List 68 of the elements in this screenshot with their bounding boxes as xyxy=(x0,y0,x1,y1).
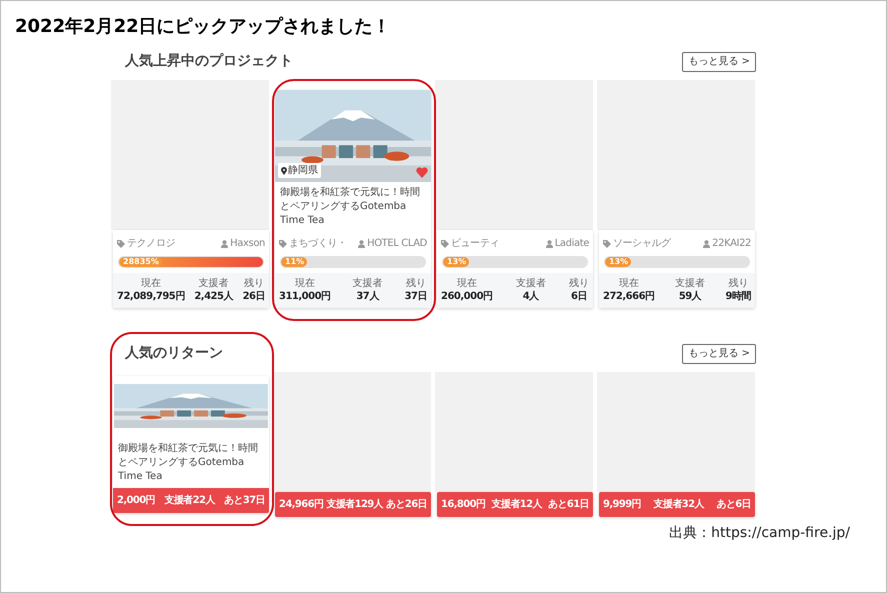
days-left: あと6日 xyxy=(716,498,751,512)
days-left: あと61日 xyxy=(548,498,589,512)
stat-value: 260,000円 xyxy=(441,290,493,303)
reward-price: 24,966円 xyxy=(279,498,324,512)
backer-count: 支援者32人 xyxy=(654,498,704,512)
progress-percent: 28835% xyxy=(120,257,162,267)
stat-label: 残り xyxy=(568,278,589,290)
stat-value: 9時間 xyxy=(726,290,751,303)
backer-count: 支援者12人 xyxy=(492,498,542,512)
tag-icon xyxy=(279,240,287,248)
days-left: あと37日 xyxy=(224,494,265,508)
stat-label: 現在 xyxy=(140,278,162,290)
tag-icon xyxy=(603,240,611,248)
stat-label: 現在 xyxy=(294,278,316,290)
reward-price: 16,800円 xyxy=(441,498,486,512)
stat-label: 支援者 xyxy=(352,278,383,290)
reward-card[interactable]: 24,966円 支援者129人 あと26日 xyxy=(275,492,431,517)
backer-count: 支援者129人 xyxy=(326,498,384,512)
stat-value: 2,425人 xyxy=(194,290,233,303)
section-heading: 人気上昇中のプロジェクト xyxy=(125,52,293,71)
owner-name: Haxson xyxy=(230,237,265,251)
stat-value: 4人 xyxy=(522,290,540,303)
tag-icon xyxy=(441,240,449,248)
source-credit: 出典：https://camp-fire.jp/ xyxy=(668,524,851,543)
owner-name: Ladiate xyxy=(554,237,589,251)
user-icon xyxy=(546,240,553,248)
stat-value: 72,089,795円 xyxy=(117,290,185,303)
days-left: あと26日 xyxy=(386,498,427,512)
stat-value: 59人 xyxy=(678,290,702,303)
user-icon xyxy=(221,240,228,248)
card-title: 御殿場を和紅茶で元気に！時間とペアリングするGotemba Time Tea xyxy=(279,186,421,228)
stat-value: 311,000円 xyxy=(279,290,331,303)
owner-name: HOTEL CLAD xyxy=(367,237,427,251)
category-label: ビューティ xyxy=(451,237,500,251)
stat-value: 26日 xyxy=(242,290,265,303)
stat-label: 支援者 xyxy=(675,278,706,290)
reward-card[interactable]: 16,800円 支援者12人 あと61日 xyxy=(437,492,593,517)
user-icon xyxy=(358,240,366,248)
stat-label: 残り xyxy=(242,278,265,290)
pin-icon xyxy=(281,166,287,174)
backer-count: 支援者22人 xyxy=(164,494,215,508)
reward-card[interactable]: 御殿場を和紅茶で元気に！時間とペアリングするGotemba Time Tea 2,000円 支援者22人 あと37日 xyxy=(113,376,269,513)
stat-label: 支援者 xyxy=(198,278,230,290)
category-label: ソーシャルグ xyxy=(613,237,671,251)
page-title: 2022年2月22日にピックアップされました！ xyxy=(14,15,392,39)
reward-card[interactable]: 9,999円 支援者32人 あと6日 xyxy=(599,492,755,517)
category-label: まちづくり・ xyxy=(289,237,347,251)
category-label: テクノロジ xyxy=(127,237,176,251)
tag-icon xyxy=(117,240,125,248)
stat-label: 残り xyxy=(727,278,750,290)
user-icon xyxy=(703,240,710,248)
location-text: 静岡県 xyxy=(288,164,318,178)
stat-label: 現在 xyxy=(618,278,640,290)
section-heading: 人気のリターン xyxy=(125,344,223,363)
stat-label: 支援者 xyxy=(516,278,546,290)
stat-label: 現在 xyxy=(456,278,478,290)
more-button[interactable]: もっと見る > xyxy=(682,52,756,72)
stat-value: 37人 xyxy=(355,290,380,303)
owner-name: 22KAI22 xyxy=(712,237,751,251)
card-title: 御殿場を和紅茶で元気に！時間とペアリングするGotemba Time Tea xyxy=(117,442,259,484)
project-card[interactable]: テクノロジ Haxson 28835% 現在 72,089,795円 支援者 2,425人 残り 26日 xyxy=(113,230,269,308)
stat-value: 37日 xyxy=(404,290,427,303)
stat-value: 272,666円 xyxy=(603,290,655,303)
more-button[interactable]: もっと見る > xyxy=(682,344,756,364)
reward-price: 2,000円 xyxy=(117,494,156,508)
stat-label: 残り xyxy=(404,278,427,290)
stat-value: 6日 xyxy=(570,290,588,303)
reward-price: 9,999円 xyxy=(603,498,642,512)
